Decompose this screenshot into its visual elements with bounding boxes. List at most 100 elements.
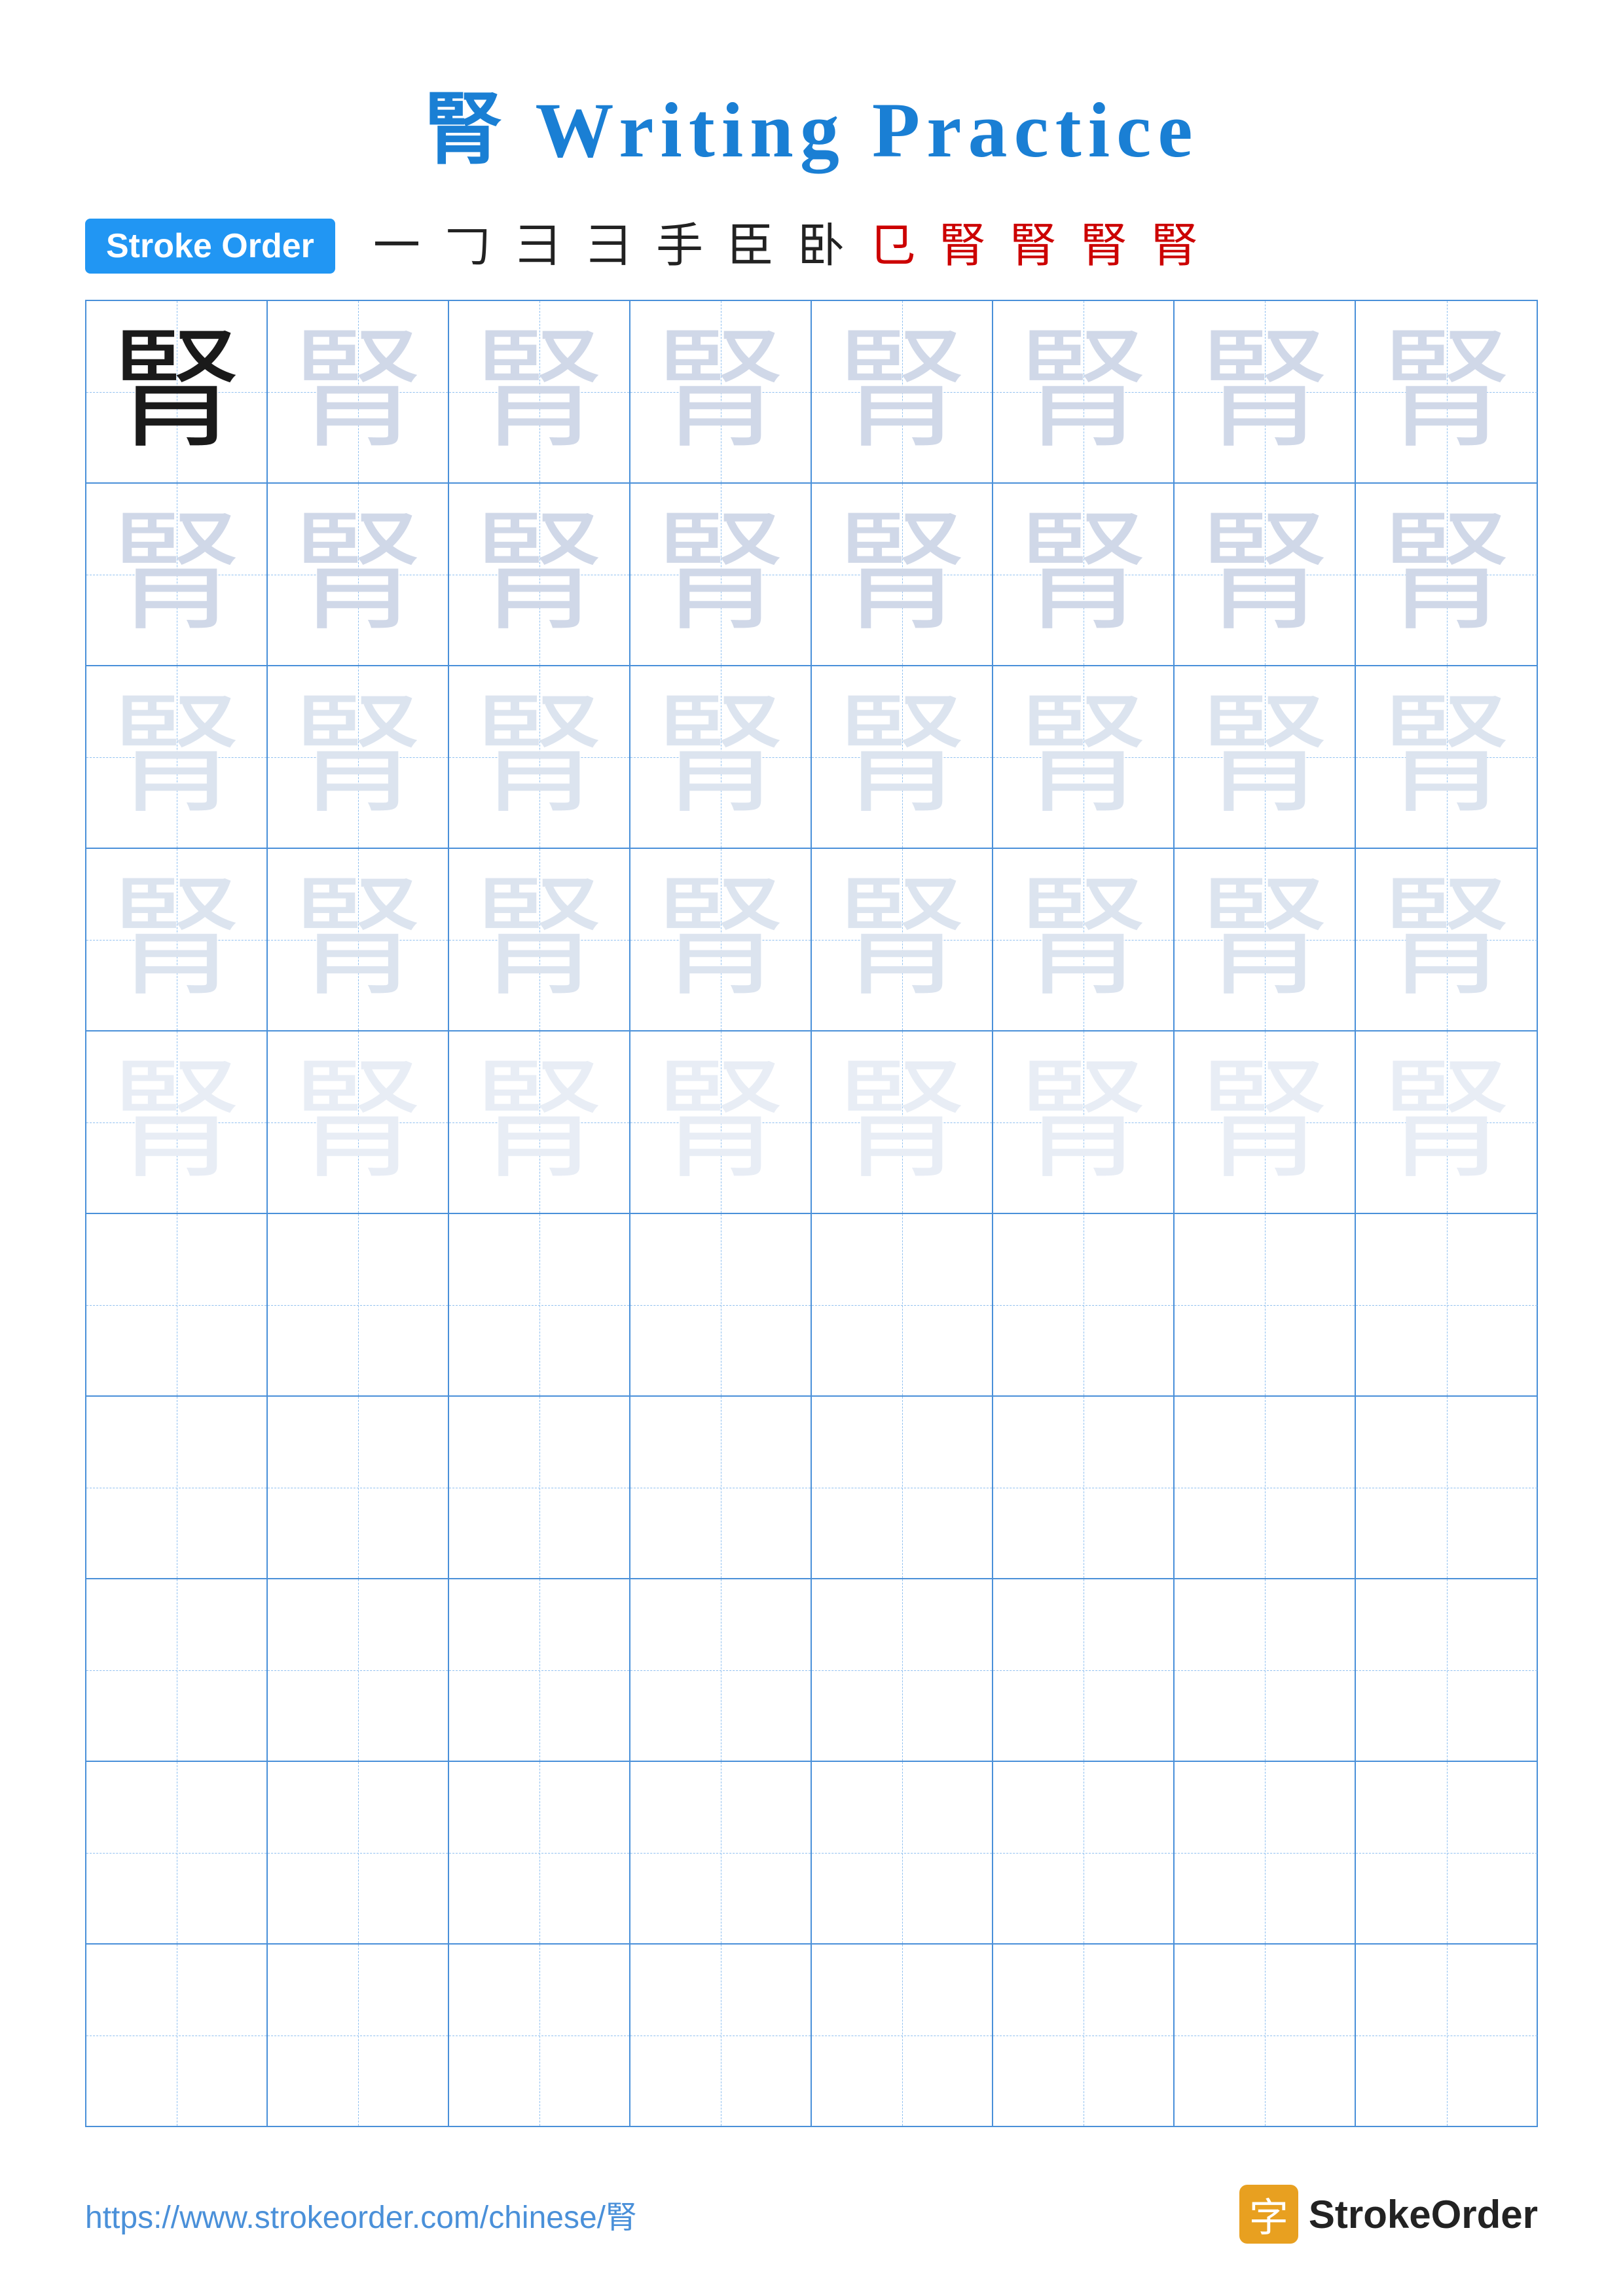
char-dark: 腎 [111,327,242,457]
grid-cell-8-4[interactable] [630,1579,812,1761]
grid-cell-7-3[interactable] [449,1397,630,1578]
grid-cell-9-8[interactable] [1356,1762,1537,1943]
grid-cell-5-7[interactable]: 腎 [1175,1031,1356,1213]
grid-cell-4-2[interactable]: 腎 [268,849,449,1030]
grid-cell-4-6[interactable]: 腎 [993,849,1175,1030]
grid-cell-7-5[interactable] [812,1397,993,1578]
grid-cell-5-6[interactable]: 腎 [993,1031,1175,1213]
grid-cell-9-1[interactable] [86,1762,268,1943]
char-guide: 腎 [1017,509,1148,640]
grid-cell-1-4[interactable]: 腎 [630,301,812,482]
grid-cell-7-7[interactable] [1175,1397,1356,1578]
grid-cell-9-5[interactable] [812,1762,993,1943]
grid-cell-3-7[interactable]: 腎 [1175,666,1356,848]
grid-cell-4-7[interactable]: 腎 [1175,849,1356,1030]
grid-cell-2-7[interactable]: 腎 [1175,484,1356,665]
char-guide: 腎 [1017,327,1148,457]
grid-cell-6-8[interactable] [1356,1214,1537,1395]
char-guide: 腎 [1199,1057,1330,1188]
title-char: 腎 [424,86,509,173]
char-guide: 腎 [836,1057,967,1188]
grid-cell-6-2[interactable] [268,1214,449,1395]
grid-cell-8-1[interactable] [86,1579,268,1761]
grid-cell-2-5[interactable]: 腎 [812,484,993,665]
grid-cell-8-6[interactable] [993,1579,1175,1761]
grid-cell-9-4[interactable] [630,1762,812,1943]
char-guide: 腎 [1199,692,1330,823]
grid-cell-6-6[interactable] [993,1214,1175,1395]
grid-cell-6-3[interactable] [449,1214,630,1395]
grid-cell-10-8[interactable] [1356,1945,1537,2126]
grid-cell-6-5[interactable] [812,1214,993,1395]
grid-cell-1-7[interactable]: 腎 [1175,301,1356,482]
grid-cell-4-3[interactable]: 腎 [449,849,630,1030]
grid-cell-3-1[interactable]: 腎 [86,666,268,848]
grid-row-7 [86,1397,1537,1579]
grid-cell-5-1[interactable]: 腎 [86,1031,268,1213]
grid-cell-7-8[interactable] [1356,1397,1537,1578]
grid-cell-3-6[interactable]: 腎 [993,666,1175,848]
char-guide: 腎 [1381,327,1512,457]
grid-cell-3-5[interactable]: 腎 [812,666,993,848]
grid-cell-10-6[interactable] [993,1945,1175,2126]
grid-cell-4-1[interactable]: 腎 [86,849,268,1030]
grid-cell-3-4[interactable]: 腎 [630,666,812,848]
grid-cell-6-1[interactable] [86,1214,268,1395]
grid-cell-3-8[interactable]: 腎 [1356,666,1537,848]
grid-cell-5-3[interactable]: 腎 [449,1031,630,1213]
grid-cell-4-8[interactable]: 腎 [1356,849,1537,1030]
grid-cell-10-5[interactable] [812,1945,993,2126]
char-guide: 腎 [655,692,786,823]
footer-url[interactable]: https://www.strokeorder.com/chinese/腎 [85,2191,637,2237]
char-guide: 腎 [111,509,242,640]
grid-cell-8-7[interactable] [1175,1579,1356,1761]
char-guide: 腎 [655,509,786,640]
grid-cell-4-5[interactable]: 腎 [812,849,993,1030]
grid-cell-6-7[interactable] [1175,1214,1356,1395]
grid-cell-7-2[interactable] [268,1397,449,1578]
grid-cell-10-1[interactable] [86,1945,268,2126]
grid-cell-8-8[interactable] [1356,1579,1537,1761]
grid-cell-10-3[interactable] [449,1945,630,2126]
grid-cell-2-8[interactable]: 腎 [1356,484,1537,665]
grid-cell-5-4[interactable]: 腎 [630,1031,812,1213]
grid-cell-2-1[interactable]: 腎 [86,484,268,665]
char-guide: 腎 [111,874,242,1005]
grid-cell-1-2[interactable]: 腎 [268,301,449,482]
grid-cell-5-5[interactable]: 腎 [812,1031,993,1213]
grid-cell-9-2[interactable] [268,1762,449,1943]
grid-cell-2-2[interactable]: 腎 [268,484,449,665]
stroke-8: 㔾 [856,223,927,270]
char-guide: 腎 [1381,874,1512,1005]
practice-grid: 腎 腎 腎 腎 腎 腎 腎 腎 腎 腎 腎 [85,300,1538,2127]
grid-cell-1-3[interactable]: 腎 [449,301,630,482]
char-guide: 腎 [473,874,604,1005]
grid-cell-9-7[interactable] [1175,1762,1356,1943]
grid-cell-9-6[interactable] [993,1762,1175,1943]
char-guide: 腎 [292,692,423,823]
grid-cell-5-8[interactable]: 腎 [1356,1031,1537,1213]
grid-cell-2-4[interactable]: 腎 [630,484,812,665]
grid-cell-7-1[interactable] [86,1397,268,1578]
grid-cell-10-4[interactable] [630,1945,812,2126]
grid-cell-7-4[interactable] [630,1397,812,1578]
grid-cell-7-6[interactable] [993,1397,1175,1578]
grid-cell-8-2[interactable] [268,1579,449,1761]
grid-cell-4-4[interactable]: 腎 [630,849,812,1030]
grid-cell-1-5[interactable]: 腎 [812,301,993,482]
grid-cell-8-3[interactable] [449,1579,630,1761]
grid-cell-1-8[interactable]: 腎 [1356,301,1537,482]
grid-cell-6-4[interactable] [630,1214,812,1395]
grid-cell-3-3[interactable]: 腎 [449,666,630,848]
grid-cell-9-3[interactable] [449,1762,630,1943]
grid-cell-1-1[interactable]: 腎 [86,301,268,482]
grid-cell-2-6[interactable]: 腎 [993,484,1175,665]
grid-cell-3-2[interactable]: 腎 [268,666,449,848]
grid-cell-10-2[interactable] [268,1945,449,2126]
grid-cell-1-6[interactable]: 腎 [993,301,1175,482]
grid-cell-8-5[interactable] [812,1579,993,1761]
grid-row-8 [86,1579,1537,1762]
grid-cell-10-7[interactable] [1175,1945,1356,2126]
grid-cell-5-2[interactable]: 腎 [268,1031,449,1213]
grid-cell-2-3[interactable]: 腎 [449,484,630,665]
